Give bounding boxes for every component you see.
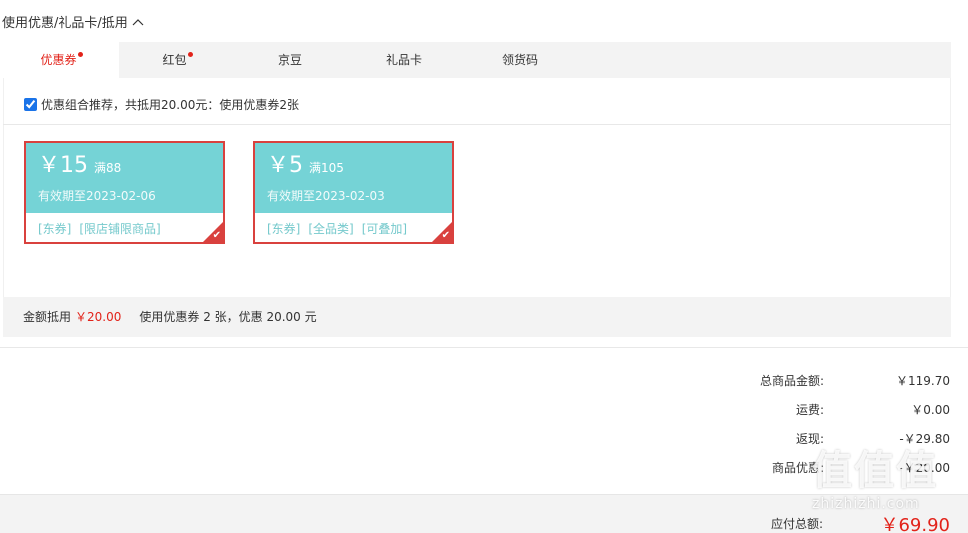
total-label: 总商品金额: xyxy=(759,374,824,388)
new-dot-icon xyxy=(187,52,193,57)
combo-checkbox[interactable] xyxy=(24,98,37,111)
pay-bar: 应付总额: ￥69.90 xyxy=(0,494,968,533)
tab-coupon[interactable]: 优惠券 xyxy=(3,42,119,78)
coupon-validity: 有效期至2023-02-06 xyxy=(38,189,156,203)
pay-total: ￥69.90 xyxy=(880,515,950,533)
coupon-tag: [限店铺限商品] xyxy=(79,222,161,236)
new-dot-icon xyxy=(77,52,83,57)
total-value: ￥119.70 xyxy=(896,374,950,388)
discount-summary: 金额抵用 ￥20.00 使用优惠券 2 张，优惠 20.00 元 xyxy=(3,297,951,337)
tab-red-packet[interactable]: 红包 xyxy=(119,42,235,78)
coupon-validity: 有效期至2023-02-03 xyxy=(267,189,385,203)
total-label: 商品优惠: xyxy=(771,461,824,475)
total-value: -￥29.80 xyxy=(899,432,950,446)
coupon-amount: ￥5 xyxy=(267,153,303,178)
pay-label: 应付总额: xyxy=(770,517,823,531)
coupon-condition: 满88 xyxy=(94,161,122,175)
total-row-goods: 总商品金额: ￥119.70 xyxy=(650,372,950,392)
coupon-tags: [东券] [全品类] [可叠加] xyxy=(255,213,452,237)
check-icon: ✔ xyxy=(441,230,450,241)
coupon-tag: [东券] xyxy=(38,222,72,236)
tab-pickup-code-label: 领货码 xyxy=(501,53,538,67)
divider xyxy=(3,124,951,125)
total-row-cashback: 返现: -￥29.80 xyxy=(650,430,950,450)
coupon-tag: [全品类] xyxy=(308,222,354,236)
total-label: 返现: xyxy=(795,432,824,446)
total-row-discount: 商品优惠: -￥20.00 xyxy=(650,459,950,479)
tab-gift-card-label: 礼品卡 xyxy=(385,53,422,67)
tab-gift-card[interactable]: 礼品卡 xyxy=(345,42,463,78)
tab-jingdou-label: 京豆 xyxy=(277,53,302,67)
tab-coupon-label: 优惠券 xyxy=(40,53,77,67)
coupon-tags: [东券] [限店铺限商品] xyxy=(26,213,223,237)
summary-desc: 使用优惠券 2 张，优惠 20.00 元 xyxy=(139,310,317,324)
coupon-face: ￥15 满88 有效期至2023-02-06 xyxy=(26,143,223,213)
check-icon: ✔ xyxy=(212,230,221,241)
total-value: -￥20.00 xyxy=(899,461,950,475)
coupon-face: ￥5 满105 有效期至2023-02-03 xyxy=(255,143,452,213)
coupon-tag: [可叠加] xyxy=(361,222,408,236)
combo-text: 优惠组合推荐，共抵用20.00元：使用优惠券2张 xyxy=(41,98,299,112)
coupon-condition: 满105 xyxy=(309,161,344,175)
chevron-up-icon[interactable] xyxy=(132,17,144,27)
divider xyxy=(0,347,968,348)
coupon-card[interactable]: ￥5 满105 有效期至2023-02-03 [东券] [全品类] [可叠加] ✔ xyxy=(253,141,454,244)
total-label: 运费: xyxy=(795,403,824,417)
summary-amount: ￥20.00 xyxy=(75,310,122,324)
section-title-text: 使用优惠/礼品卡/抵用 xyxy=(2,16,128,31)
tab-pickup-code[interactable]: 领货码 xyxy=(463,42,577,78)
coupon-tag: [东券] xyxy=(267,222,301,236)
total-value: ￥0.00 xyxy=(911,403,950,417)
coupon-amount: ￥15 xyxy=(38,153,88,178)
combo-recommend[interactable]: 优惠组合推荐，共抵用20.00元：使用优惠券2张 xyxy=(24,96,299,113)
summary-label: 金额抵用 xyxy=(23,310,72,324)
coupon-card[interactable]: ￥15 满88 有效期至2023-02-06 [东券] [限店铺限商品] ✔ xyxy=(24,141,225,244)
section-title[interactable]: 使用优惠/礼品卡/抵用 xyxy=(2,12,144,31)
total-row-shipping: 运费: ￥0.00 xyxy=(650,401,950,421)
tab-jingdou[interactable]: 京豆 xyxy=(235,42,345,78)
tab-red-packet-label: 红包 xyxy=(162,53,187,67)
discount-tabs: 优惠券 红包 京豆 礼品卡 领货码 xyxy=(3,42,951,78)
